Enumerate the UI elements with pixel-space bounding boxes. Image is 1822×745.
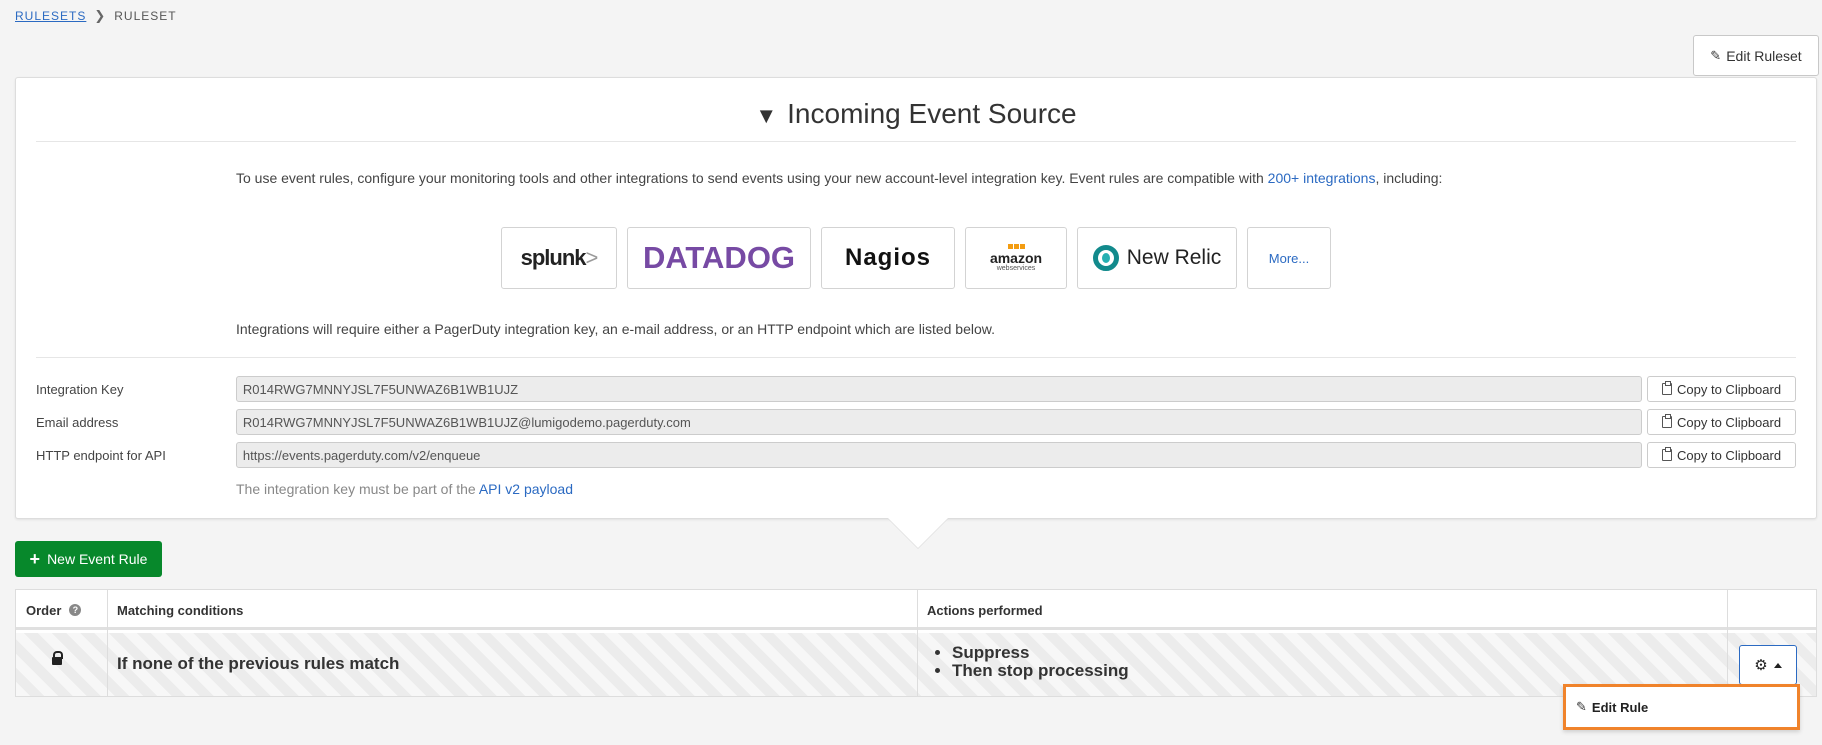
copy-endpoint-button[interactable]: Copy to Clipboard (1647, 442, 1797, 468)
integration-key-row: Integration Key Copy to Clipboard (36, 376, 1797, 402)
panel-title[interactable]: ▼ Incoming Event Source (16, 98, 1816, 130)
breadcrumb-rulesets-link[interactable]: RULESETS (15, 9, 86, 23)
amazon-cubes-icon (1007, 243, 1025, 249)
http-endpoint-label: HTTP endpoint for API (36, 447, 166, 463)
action-item: Suppress (952, 644, 1129, 662)
breadcrumb: RULESETS ❯ RULESET (15, 8, 177, 24)
amazon-logo-subtext: webservices (996, 264, 1036, 272)
action-item: Then stop processing (952, 662, 1129, 680)
copy-email-button[interactable]: Copy to Clipboard (1647, 409, 1797, 435)
edit-rule-label: Edit Rule (1591, 699, 1649, 715)
copy-integration-key-button[interactable]: Copy to Clipboard (1647, 376, 1797, 402)
integration-key-field[interactable] (235, 376, 1643, 402)
edit-icon: ✎ (1576, 699, 1587, 714)
newrelic-logo-text: New Relic (1126, 246, 1222, 269)
edit-icon: ✎ (1710, 47, 1722, 63)
divider (36, 357, 1796, 358)
intro-suffix: , including: (1375, 170, 1443, 186)
intro-text: To use event rules, configure your monit… (236, 170, 1442, 186)
table-header: Order ? Matching conditions Actions perf… (16, 590, 1816, 630)
http-endpoint-field[interactable] (235, 442, 1643, 468)
breadcrumb-current: RULESET (114, 9, 177, 23)
divider (36, 141, 1796, 142)
amazon-logo[interactable]: amazon webservices (965, 227, 1067, 289)
integration-key-label: Integration Key (36, 381, 124, 397)
chevron-right-icon: ❯ (94, 8, 107, 23)
amazon-logo-text: amazon (989, 249, 1043, 266)
copy-button-label: Copy to Clipboard (1677, 381, 1782, 397)
collapse-triangle-icon: ▼ (755, 103, 778, 128)
edit-rule-menu-item[interactable]: ✎ Edit Rule (1563, 684, 1800, 730)
new-event-rule-label: New Event Rule (47, 551, 148, 567)
intro-prefix: To use event rules, configure your monit… (236, 170, 1268, 186)
splunk-logo-mark: > (585, 245, 599, 270)
email-address-label: Email address (36, 414, 119, 430)
lock-icon (52, 651, 63, 665)
more-integrations-button[interactable]: More... (1247, 227, 1331, 289)
clipboard-icon (1662, 414, 1673, 428)
nagios-logo-text: Nagios (844, 244, 931, 271)
edit-ruleset-label: Edit Ruleset (1726, 47, 1802, 64)
order-header: Order ? (16, 590, 107, 630)
panel-pointer (888, 518, 948, 548)
caret-up-icon (1773, 662, 1782, 668)
new-event-rule-button[interactable]: + New Event Rule (15, 541, 162, 577)
splunk-logo-text: splunk (520, 245, 587, 270)
table-row: If none of the previous rules match Supp… (16, 633, 1816, 696)
help-icon[interactable]: ? (69, 604, 82, 616)
splunk-logo[interactable]: splunk > (501, 227, 617, 289)
panel-title-text: Incoming Event Source (787, 98, 1077, 129)
column-divider (1727, 590, 1728, 696)
rule-actions: Suppress Then stop processing (934, 644, 1129, 680)
integration-logos: splunk > DATADOG Nagios amazon webservice… (501, 227, 1331, 289)
column-divider (107, 590, 108, 696)
column-divider (917, 590, 918, 696)
datadog-logo-text: DATADOG (642, 240, 796, 275)
api-v2-payload-link[interactable]: API v2 payload (479, 481, 573, 497)
nagios-logo[interactable]: Nagios (821, 227, 955, 289)
plus-icon: + (29, 549, 41, 569)
email-address-field[interactable] (235, 409, 1643, 435)
help-prefix: The integration key must be part of the (236, 481, 479, 497)
requirement-text: Integrations will require either a Pager… (236, 321, 995, 337)
copy-button-label: Copy to Clipboard (1677, 447, 1782, 463)
email-address-row: Email address Copy to Clipboard (36, 409, 1797, 435)
clipboard-icon (1662, 447, 1673, 461)
edit-ruleset-button[interactable]: ✎ Edit Ruleset (1693, 35, 1819, 76)
newrelic-logo[interactable]: New Relic (1077, 227, 1237, 289)
copy-button-label: Copy to Clipboard (1677, 414, 1782, 430)
gear-icon: ⚙ (1754, 657, 1768, 674)
rule-condition: If none of the previous rules match (117, 654, 400, 673)
rules-table: Order ? Matching conditions Actions perf… (15, 589, 1817, 697)
incoming-event-source-panel: ▼ Incoming Event Source To use event rule… (15, 77, 1817, 519)
more-label: More... (1268, 250, 1310, 266)
order-header-label: Order (26, 602, 62, 618)
http-endpoint-row: HTTP endpoint for API Copy to Clipboard (36, 442, 1797, 468)
conditions-header: Matching conditions (117, 602, 244, 618)
actions-header: Actions performed (927, 602, 1043, 618)
clipboard-icon (1662, 381, 1673, 395)
datadog-logo[interactable]: DATADOG (627, 227, 811, 289)
newrelic-ring-icon (1092, 245, 1119, 271)
integrations-link[interactable]: 200+ integrations (1268, 170, 1376, 186)
rule-settings-button[interactable]: ⚙ (1739, 645, 1797, 685)
integration-key-help: The integration key must be part of the … (236, 481, 573, 497)
